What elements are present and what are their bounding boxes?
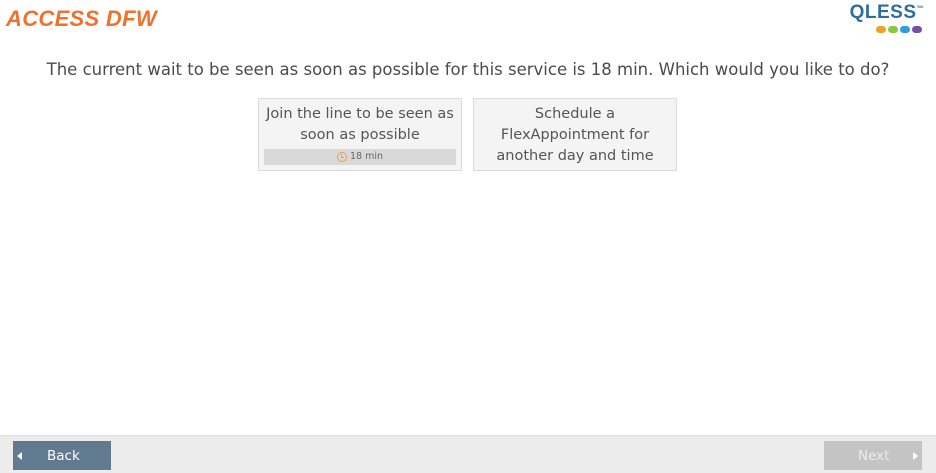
back-label: Back <box>47 447 80 464</box>
join-line-button[interactable]: Join the line to be seen as soon as poss… <box>258 98 462 171</box>
qless-logo-text: QLESS <box>849 2 917 23</box>
qless-logo: QLESS™ <box>850 2 930 34</box>
footer-bar: Back Next <box>0 435 936 473</box>
wait-time-text: 18 min <box>349 151 384 162</box>
join-line-label: Join the line to be seen as soon as poss… <box>266 106 454 143</box>
logo-dots <box>876 26 922 33</box>
arrow-right-icon <box>913 451 918 460</box>
logo-dot <box>888 26 898 33</box>
schedule-appointment-label: Schedule a FlexAppointment for another d… <box>496 106 654 164</box>
logo-dot <box>900 26 910 33</box>
arrow-left-icon <box>17 451 22 460</box>
next-label: Next <box>858 447 890 464</box>
back-button[interactable]: Back <box>13 441 111 470</box>
option-group: Join the line to be seen as soon as poss… <box>258 98 677 171</box>
brand-title: ACCESS DFW <box>6 6 157 31</box>
logo-dot <box>876 26 886 33</box>
next-button[interactable]: Next <box>824 441 922 470</box>
logo-dot <box>912 26 922 33</box>
schedule-appointment-button[interactable]: Schedule a FlexAppointment for another d… <box>473 98 677 171</box>
clock-icon <box>336 152 347 162</box>
wait-prompt: The current wait to be seen as soon as p… <box>46 60 890 79</box>
wait-time-bar: 18 min <box>264 149 456 165</box>
trademark-mark: ™ <box>916 5 924 13</box>
